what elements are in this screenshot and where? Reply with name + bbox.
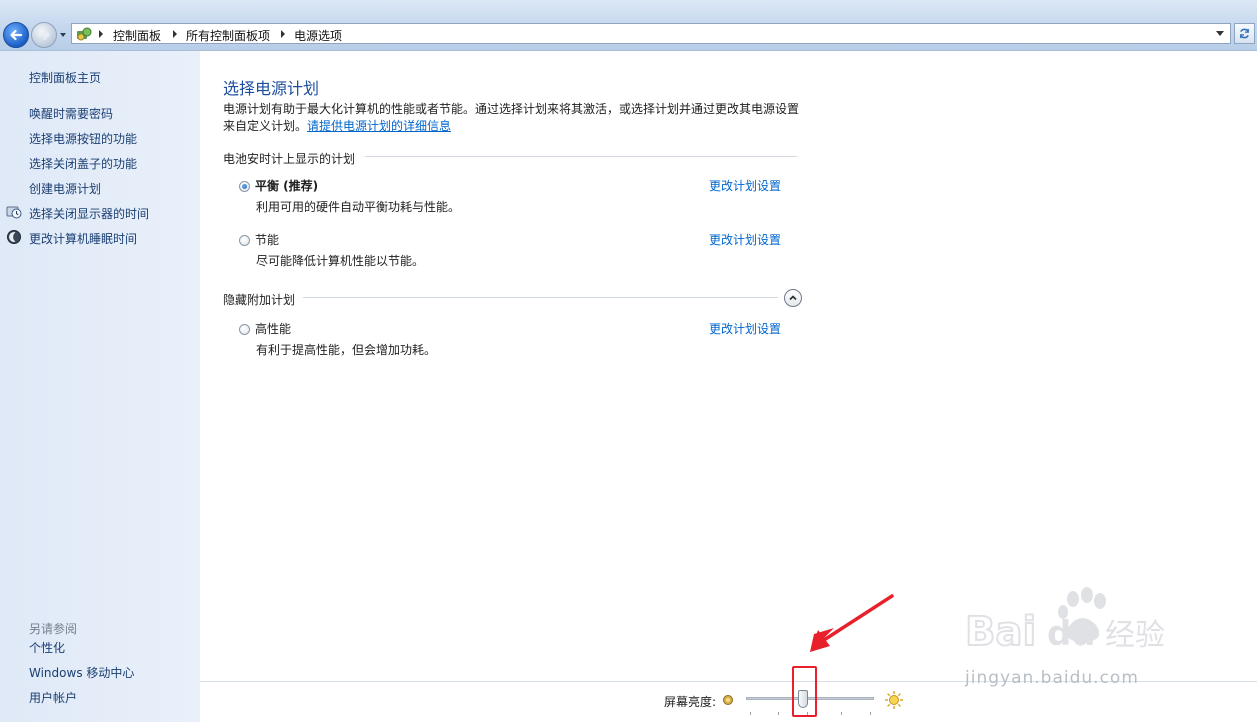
clock-monitor-icon xyxy=(6,206,22,219)
description-line-1: 电源计划有助于最大化计算机的性能或者节能。通过选择计划来将其激活，或选择计划并通… xyxy=(223,102,800,116)
watermark-url: jingyan.baidu.com xyxy=(965,668,1139,688)
annotation-arrow-icon xyxy=(810,594,894,652)
refresh-icon xyxy=(1240,28,1249,39)
breadcrumb-control-panel[interactable]: 控制面板 xyxy=(113,27,161,44)
breadcrumb-separator xyxy=(99,30,103,38)
svg-text:Bai: Bai xyxy=(965,609,1036,655)
arrow-right-icon xyxy=(37,29,50,41)
recent-pages-dropdown[interactable] xyxy=(58,30,68,40)
breadcrumb-all-items[interactable]: 所有控制面板项 xyxy=(186,27,270,44)
see-also-user-accounts[interactable]: 用户帐户 xyxy=(29,689,77,706)
slider-tick xyxy=(750,712,751,715)
sidebar: 控制面板主页 唤醒时需要密码 选择电源按钮的功能 选择关闭盖子的功能 创建电源计… xyxy=(0,51,200,722)
slider-tick xyxy=(841,712,842,715)
divider xyxy=(303,297,778,298)
breadcrumb-power-options[interactable]: 电源选项 xyxy=(294,27,342,44)
address-bar[interactable]: 控制面板 所有控制面板项 电源选项 xyxy=(71,23,1231,44)
slider-tick xyxy=(778,712,779,715)
plan-power-saver-desc: 尽可能降低计算机性能以节能。 xyxy=(256,254,425,268)
control-panel-icon xyxy=(77,27,92,41)
plan-balanced-settings-link[interactable]: 更改计划设置 xyxy=(709,177,781,194)
plan-power-saver-name[interactable]: 节能 xyxy=(255,231,279,248)
plan-high-performance-radio[interactable] xyxy=(239,324,250,335)
page-title: 选择电源计划 xyxy=(223,79,320,98)
sidebar-item-sleep-time[interactable]: 更改计算机睡眠时间 xyxy=(29,230,137,247)
see-also-heading: 另请参阅 xyxy=(29,622,78,636)
collapse-hidden-plans-button[interactable] xyxy=(784,289,802,307)
brightness-label: 屏幕亮度: xyxy=(664,695,717,709)
svg-text:du: du xyxy=(1047,614,1096,654)
sidebar-item-display-off[interactable]: 选择关闭显示器的时间 xyxy=(29,205,149,222)
plan-details-link[interactable]: 请提供电源计划的详细信息 xyxy=(307,119,451,133)
sidebar-item-power-button[interactable]: 选择电源按钮的功能 xyxy=(29,130,137,147)
chevron-up-icon xyxy=(789,295,797,301)
annotation-highlight-box xyxy=(792,666,817,717)
svg-text:经验: 经验 xyxy=(1105,618,1165,653)
description-line-2: 来自定义计划。 xyxy=(223,119,308,133)
address-toolbar: 控制面板 所有控制面板项 电源选项 xyxy=(0,0,1257,51)
breadcrumb-separator xyxy=(173,30,177,38)
plan-power-saver-settings-link[interactable]: 更改计划设置 xyxy=(709,231,781,248)
arrow-left-icon xyxy=(10,29,23,41)
slider-tick xyxy=(870,712,871,715)
plan-balanced-name[interactable]: 平衡 (推荐) xyxy=(255,177,318,194)
page-description: 电源计划有助于最大化计算机的性能或者节能。通过选择计划来将其激活，或选择计划并通… xyxy=(223,101,823,135)
plan-balanced-desc: 利用可用的硬件自动平衡功耗与性能。 xyxy=(256,200,461,214)
bright-sun-icon xyxy=(885,691,903,709)
battery-plans-heading: 电池安时计上显示的计划 xyxy=(223,152,356,166)
breadcrumb-separator xyxy=(281,30,285,38)
plan-balanced-radio[interactable] xyxy=(239,181,250,192)
forward-button[interactable] xyxy=(31,22,57,48)
divider xyxy=(365,156,797,157)
plan-power-saver-radio[interactable] xyxy=(239,235,250,246)
sidebar-home-link[interactable]: 控制面板主页 xyxy=(29,69,101,86)
plan-high-performance-desc: 有利于提高性能，但会增加功耗。 xyxy=(256,343,437,357)
address-dropdown-icon[interactable] xyxy=(1216,31,1224,36)
hidden-plans-heading[interactable]: 隐藏附加计划 xyxy=(223,291,295,308)
plan-high-performance-name[interactable]: 高性能 xyxy=(255,320,291,337)
see-also-mobility-center[interactable]: Windows 移动中心 xyxy=(29,664,134,681)
plan-high-performance-settings-link[interactable]: 更改计划设置 xyxy=(709,320,781,337)
dim-brightness-icon xyxy=(723,695,733,705)
moon-icon xyxy=(7,230,21,244)
see-also-personalization[interactable]: 个性化 xyxy=(29,639,65,656)
sidebar-item-create-plan[interactable]: 创建电源计划 xyxy=(29,180,101,197)
back-button[interactable] xyxy=(3,22,29,48)
sidebar-item-lid-close[interactable]: 选择关闭盖子的功能 xyxy=(29,155,137,172)
refresh-button[interactable] xyxy=(1234,23,1255,44)
sidebar-item-wake-password[interactable]: 唤醒时需要密码 xyxy=(29,105,113,122)
